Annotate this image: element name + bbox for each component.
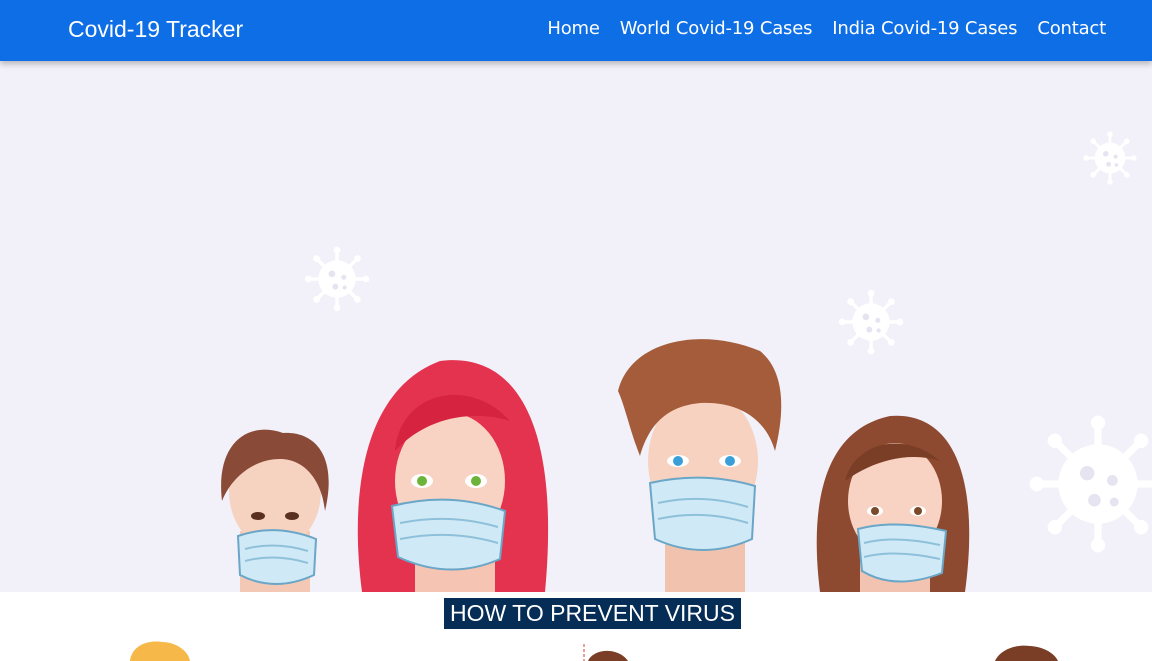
prevention-icon-3	[995, 645, 1058, 661]
person-woman-red-hair-illustration	[357, 360, 549, 592]
nav-link-contact[interactable]: Contact	[1037, 15, 1106, 43]
person-woman-brown-hair-illustration	[816, 415, 970, 592]
brand-logo[interactable]: Covid-19 Tracker	[68, 14, 243, 44]
nav-link-world-cases[interactable]: World Covid-19 Cases	[620, 15, 813, 43]
prevention-icon-1	[130, 641, 190, 661]
prevention-icons-row	[130, 641, 1058, 661]
nav-links: Home World Covid-19 Cases India Covid-19…	[547, 15, 1106, 43]
coronavirus-icon	[1030, 416, 1152, 553]
prevention-icon-2	[588, 650, 628, 661]
masked-people-illustration	[221, 129, 1152, 592]
person-boy-illustration	[221, 429, 329, 592]
hero-banner	[0, 61, 1152, 592]
coronavirus-icon	[1082, 129, 1138, 187]
coronavirus-icon	[837, 288, 905, 356]
nav-link-india-cases[interactable]: India Covid-19 Cases	[832, 15, 1017, 43]
coronavirus-icon	[303, 244, 371, 313]
person-man-illustration	[618, 339, 782, 592]
nav-link-home[interactable]: Home	[547, 15, 600, 43]
prevention-section: HOW TO PREVENT VIRUS	[0, 592, 1152, 661]
top-navbar: Covid-19 Tracker Home World Covid-19 Cas…	[0, 0, 1152, 61]
